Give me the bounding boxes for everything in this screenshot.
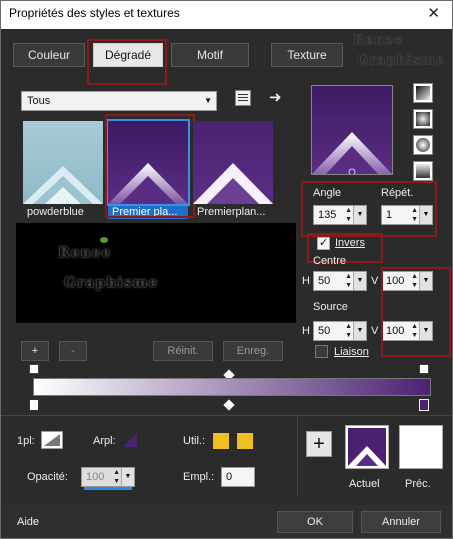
title-bar: Propriétés des styles et textures ✕ [1, 1, 452, 29]
spinner-arrows-icon[interactable]: ▲ ▼ [345, 206, 352, 224]
opacity-underline [84, 487, 132, 490]
source-h-label: H [302, 325, 310, 337]
empl-value: 0 [226, 471, 233, 483]
angle-spinner[interactable]: 135 ▲ ▼ ▼ [313, 205, 367, 225]
first-plane-label: 1pl: [17, 435, 35, 447]
current-label: Actuel [349, 478, 380, 490]
first-plane-swatch[interactable] [41, 431, 63, 449]
watermark-line2: Graphisme [64, 275, 159, 291]
spinner-arrows-icon[interactable]: ▲ ▼ [113, 468, 120, 486]
current-color-swatch[interactable] [345, 425, 389, 469]
background-label: Arpl: [93, 435, 116, 447]
util-color-swatch-1[interactable] [213, 433, 229, 449]
add-gradient-button[interactable]: + [21, 341, 49, 361]
category-select[interactable]: Tous ▼ [21, 91, 217, 111]
empl-field[interactable]: 0 [221, 467, 255, 487]
category-select-value: Tous [27, 95, 51, 107]
add-swatch-button[interactable]: + [306, 431, 332, 457]
gradient-preview-image [23, 121, 103, 204]
source-v-label: V [371, 325, 379, 337]
color-stop-right[interactable] [419, 399, 429, 411]
opacity-label: Opacité: [27, 471, 68, 483]
chevron-down-icon: ▼ [204, 96, 212, 105]
ok-button[interactable]: OK [277, 511, 353, 533]
opacity-spinner[interactable]: 100 ▲ ▼ ▼ [81, 467, 135, 490]
background-swatch[interactable] [121, 431, 139, 449]
color-midpoint-icon[interactable] [223, 399, 235, 411]
repeat-spinner[interactable]: 1 ▲ ▼ ▼ [381, 205, 433, 225]
radial-gradient-icon[interactable] [413, 161, 433, 181]
chevron-down-icon[interactable]: ▼ [353, 272, 366, 290]
save-gradient-button[interactable]: Enreg. [223, 341, 283, 361]
spinner-arrows-icon[interactable]: ▲ ▼ [345, 322, 352, 340]
color-stop-left[interactable] [29, 399, 39, 411]
spinner-arrows-icon[interactable]: ▲ ▼ [411, 206, 418, 224]
empl-label: Empl.: [183, 471, 215, 483]
link-checkbox[interactable] [315, 345, 328, 358]
highlight-box [105, 114, 195, 218]
repeat-value: 1 [386, 209, 393, 221]
opacity-value: 100 [86, 471, 105, 483]
cancel-button[interactable]: Annuler [361, 511, 441, 533]
arrow-right-icon[interactable]: ➜ [269, 88, 282, 106]
gradient-thumb-premierplan-2[interactable]: Premierplan... [193, 121, 273, 219]
source-h-spinner[interactable]: 50 ▲ ▼ ▼ [313, 321, 367, 341]
tab-couleur[interactable]: Couleur [13, 43, 85, 67]
close-icon[interactable]: ✕ [427, 4, 440, 22]
highlight-box [381, 267, 451, 357]
chevron-down-icon[interactable]: ▼ [121, 468, 134, 486]
gradient-preview-image [193, 121, 273, 204]
linear-gradient-icon[interactable] [413, 83, 433, 103]
invert-label: Invers [335, 237, 365, 249]
source-h-value: 50 [318, 325, 331, 337]
util-color-swatch-2[interactable] [237, 433, 253, 449]
opacity-stop-left[interactable] [29, 364, 39, 374]
source-label: Source [313, 301, 348, 313]
gradient-bar[interactable] [33, 378, 431, 396]
center-h-value: 50 [318, 275, 331, 287]
rectangular-gradient-icon[interactable] [413, 109, 433, 129]
sunburst-gradient-icon[interactable] [413, 135, 433, 155]
gradient-thumb-powderblue[interactable]: powderblue [23, 121, 103, 219]
chevron-down-icon[interactable]: ▼ [353, 322, 366, 340]
gradient-library-area[interactable]: Renee Graphisme [16, 223, 296, 323]
gradient-caption: powderblue [27, 206, 84, 218]
center-h-label: H [302, 275, 310, 287]
help-link[interactable]: Aide [17, 516, 39, 528]
util-label: Util.: [183, 435, 205, 447]
opacity-stop-right[interactable] [419, 364, 429, 374]
watermark-line2: Graphisme [357, 53, 446, 68]
link-label: Liaison [334, 346, 369, 358]
style-texture-dialog: Propriétés des styles et textures ✕ Coul… [0, 0, 453, 539]
watermark-line1: Renee [353, 33, 404, 48]
gradient-preview[interactable] [311, 85, 393, 176]
spinner-arrows-icon[interactable]: ▲ ▼ [345, 272, 352, 290]
remove-gradient-button[interactable]: - [59, 341, 87, 361]
invert-checkbox[interactable] [317, 236, 330, 250]
tab-motif[interactable]: Motif [171, 43, 249, 67]
watermark-line1: Renee [58, 245, 112, 261]
chevron-down-icon[interactable]: ▼ [419, 206, 432, 224]
leaf-icon [100, 237, 108, 243]
angle-label: Angle [313, 187, 342, 199]
center-h-spinner[interactable]: 50 ▲ ▼ ▼ [313, 271, 367, 291]
divider [1, 415, 452, 416]
chevron-down-icon[interactable]: ▼ [353, 206, 366, 224]
repeat-label: Répét. [381, 187, 414, 199]
previous-label: Préc. [405, 478, 431, 490]
previous-color-swatch[interactable] [399, 425, 443, 469]
center-label: Centre [313, 255, 347, 267]
reset-button[interactable]: Réinit. [153, 341, 213, 361]
highlight-box [87, 39, 167, 85]
vertical-divider [297, 415, 298, 497]
gradient-caption: Premierplan... [197, 206, 266, 218]
list-view-icon[interactable] [235, 90, 251, 106]
center-v-label: V [371, 275, 379, 287]
window-title: Propriétés des styles et textures [9, 6, 180, 20]
angle-value: 135 [318, 209, 337, 221]
tab-texture[interactable]: Texture [271, 43, 343, 67]
